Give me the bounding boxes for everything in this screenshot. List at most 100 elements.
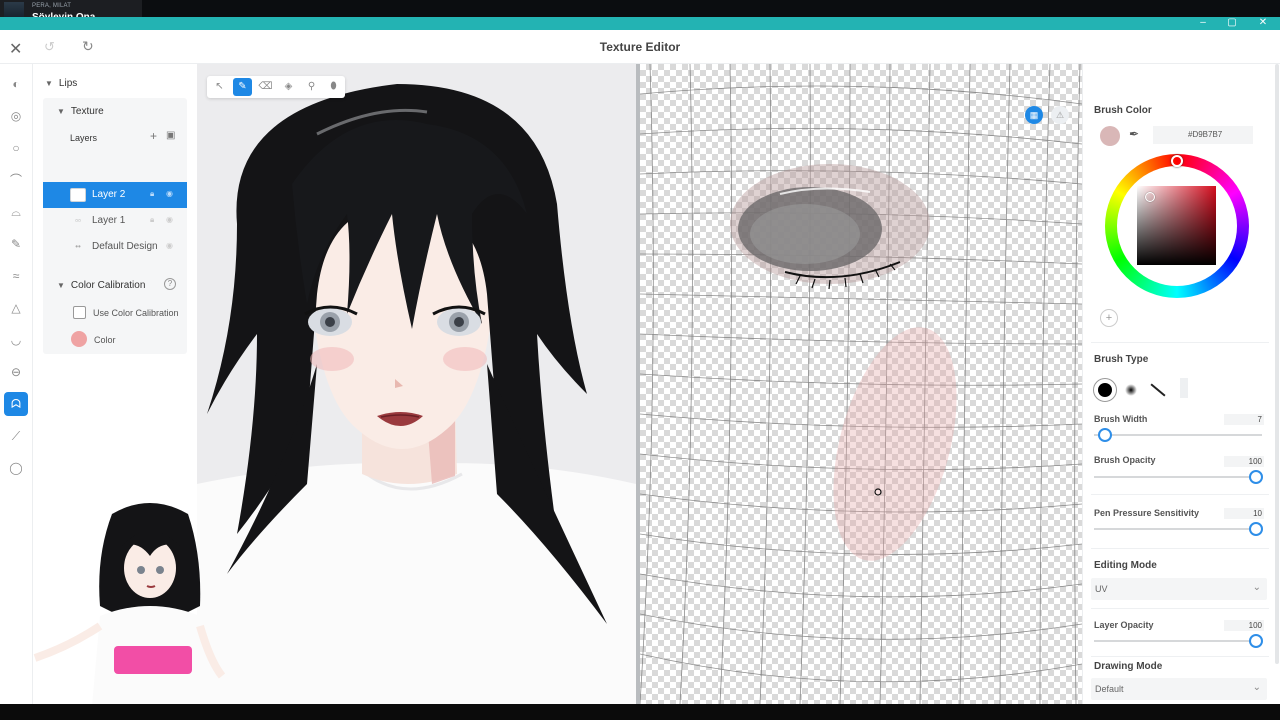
eyeline-icon[interactable]: ≈ xyxy=(4,264,28,288)
part-icon-rail: ◐ ◎ ○ ⌒ ⌓ ✎ ≈ △ ◡ ⊖ ᗣ ⟋ ◯ xyxy=(0,64,33,704)
texture-brush-option[interactable] xyxy=(1180,378,1188,398)
soft-brush-option[interactable] xyxy=(1125,384,1137,396)
brush-color-swatch[interactable] xyxy=(1100,126,1120,146)
lock-icon[interactable]: 🔒︎ xyxy=(150,189,154,199)
separator xyxy=(1091,548,1269,549)
chevron-down-icon: ▼ xyxy=(45,79,53,88)
hard-brush-option[interactable] xyxy=(1093,378,1117,402)
use-calibration-label: Use Color Calibration xyxy=(93,308,179,318)
drawing-mode-select[interactable]: Default ⌄ xyxy=(1091,678,1267,700)
pen-tool-icon[interactable]: ✎ xyxy=(233,78,252,96)
eye-icon[interactable]: ◎ xyxy=(4,104,28,128)
minimize-button[interactable]: ‒ xyxy=(1188,17,1218,30)
line-brush-option[interactable] xyxy=(1150,383,1166,397)
texture-label: Texture xyxy=(70,106,104,117)
chevron-down-icon: ⌄ xyxy=(1252,582,1261,593)
brush-width-label: Brush Width xyxy=(1094,414,1148,424)
nose-icon[interactable]: △ xyxy=(4,296,28,320)
help-icon[interactable]: ? xyxy=(164,278,176,290)
brush-opacity-slider[interactable] xyxy=(1094,470,1263,484)
color-calibration-header[interactable]: ▼ Color Calibration xyxy=(57,280,145,291)
layer-item[interactable]: Layer 2 🔒︎ ◉ xyxy=(43,182,187,208)
pen-pressure-label: Pen Pressure Sensitivity xyxy=(1094,508,1200,518)
stream-top-bar xyxy=(0,0,1280,17)
layer-item[interactable]: ▫▫ Layer 1 🔒︎ ◉ xyxy=(43,208,187,234)
3d-preview-viewport[interactable]: ↖ ✎ ⌫ ◈ ⚲ ⬮ xyxy=(197,64,636,704)
lips-tree-header[interactable]: ▼ Lips xyxy=(45,78,77,89)
eyebrow-icon[interactable]: ⌒ xyxy=(4,168,28,192)
chevron-down-icon: ⌄ xyxy=(1252,682,1261,693)
layer-opacity-slider[interactable] xyxy=(1094,634,1263,648)
uv-mesh xyxy=(640,64,1082,704)
layer-thumbnail: •• xyxy=(75,242,81,251)
color-calibration-label: Color Calibration xyxy=(70,280,146,291)
fill-tool-icon[interactable]: ◈ xyxy=(279,78,298,96)
color-handle[interactable] xyxy=(1145,192,1155,202)
editing-mode-select[interactable]: UV ⌄ xyxy=(1091,578,1267,600)
layer-name: Layer 2 xyxy=(92,189,126,200)
brush-width-value[interactable]: 7 xyxy=(1224,414,1264,425)
pen-pressure-slider[interactable] xyxy=(1094,522,1263,536)
lips-icon[interactable]: ᗣ xyxy=(4,392,28,416)
face-icon[interactable]: ◐ xyxy=(4,72,28,96)
window-close-button[interactable]: ✕ xyxy=(1248,17,1278,30)
add-color-icon[interactable]: + xyxy=(1100,309,1118,327)
uv-mode-icon[interactable]: ▦ xyxy=(1025,106,1043,124)
streamer-avatar-overlay xyxy=(33,503,226,706)
add-layer-icon[interactable]: + xyxy=(150,129,157,143)
layer-item[interactable]: •• Default Design ◉ xyxy=(43,234,187,260)
eraser-tool-icon[interactable]: ⌫ xyxy=(256,78,275,96)
separator xyxy=(1091,342,1269,343)
texture-tree-header[interactable]: ▼ Texture xyxy=(57,106,104,117)
uv-canvas[interactable]: ▦ ⚠ xyxy=(640,64,1082,704)
separator xyxy=(1091,494,1269,495)
select-tool-icon[interactable]: ↖ xyxy=(210,78,229,96)
eyelash-icon[interactable]: ⌓ xyxy=(4,200,28,224)
brush-icon[interactable]: ✎ xyxy=(4,232,28,256)
slider-knob[interactable] xyxy=(1249,634,1263,648)
avatar-preview xyxy=(197,84,636,704)
iris-icon[interactable]: ○ xyxy=(4,136,28,160)
lock-icon[interactable]: 🔒︎ xyxy=(150,215,154,225)
circle-icon[interactable]: ◯ xyxy=(4,456,28,480)
brush-opacity-value[interactable]: 100 xyxy=(1224,456,1264,467)
slider-knob[interactable] xyxy=(1249,470,1263,484)
panel-scrollbar[interactable] xyxy=(1275,64,1279,664)
stamp-tool-icon[interactable]: ⚲ xyxy=(302,78,321,96)
dropper-tool-icon[interactable]: ⬮ xyxy=(324,78,343,96)
chevron-down-icon: ▼ xyxy=(57,107,65,116)
lips-outline-icon[interactable]: ⊖ xyxy=(4,360,28,384)
editing-mode-value: UV xyxy=(1095,584,1108,594)
visibility-icon[interactable]: ◉ xyxy=(166,189,173,198)
editor-title: Texture Editor xyxy=(599,40,681,54)
brush-width-slider[interactable] xyxy=(1094,428,1262,442)
calibration-color-swatch[interactable] xyxy=(71,331,87,347)
blush-paint xyxy=(833,327,957,561)
hue-handle[interactable] xyxy=(1171,155,1183,167)
pen-icon[interactable]: ⟋ xyxy=(4,424,28,448)
mirror-icon[interactable]: ⚠ xyxy=(1051,106,1069,124)
separator xyxy=(1091,608,1269,609)
visibility-icon[interactable]: ◉ xyxy=(166,215,173,224)
use-calibration-checkbox[interactable] xyxy=(73,306,86,319)
brush-color-hex[interactable]: #D9B7B7 xyxy=(1153,126,1253,144)
slider-knob[interactable] xyxy=(1098,428,1112,442)
screen: PERA, MILAT Söyleyin Ona ‒ ▢ ✕ ✕ ↺ ↻ Tex… xyxy=(0,0,1280,720)
drawing-mode-label: Drawing Mode xyxy=(1094,661,1163,672)
tool-palette: ↖ ✎ ⌫ ◈ ⚲ ⬮ xyxy=(207,76,345,98)
visibility-icon[interactable]: ◉ xyxy=(166,241,173,250)
eyedropper-icon[interactable]: ✒ xyxy=(1129,127,1139,141)
slider-knob[interactable] xyxy=(1249,522,1263,536)
layers-heading: Layers xyxy=(70,133,98,143)
chevron-down-icon: ▼ xyxy=(57,281,65,290)
pen-pressure-value[interactable]: 10 xyxy=(1224,508,1264,519)
import-image-icon[interactable]: ▣ xyxy=(166,130,175,141)
brush-settings-panel: Brush Color ✒ #D9B7B7 + Brush Type Brush… xyxy=(1082,64,1280,704)
maximize-button[interactable]: ▢ xyxy=(1217,17,1247,30)
lips-label: Lips xyxy=(58,78,78,89)
layer-opacity-value[interactable]: 100 xyxy=(1224,620,1264,631)
window-title-strip xyxy=(142,17,1280,30)
brush-opacity-label: Brush Opacity xyxy=(1094,455,1156,465)
mouth-icon[interactable]: ◡ xyxy=(4,328,28,352)
layer-name: Layer 1 xyxy=(92,215,126,226)
